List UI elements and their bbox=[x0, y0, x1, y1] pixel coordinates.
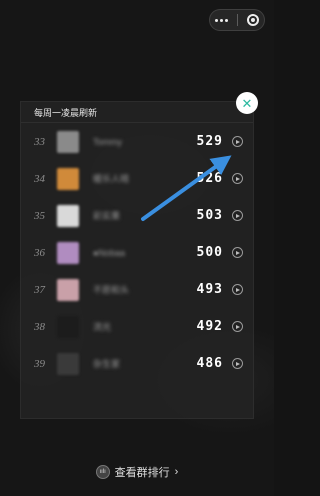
ranking-row: 33 Tommy 529 bbox=[21, 123, 253, 160]
avatar bbox=[57, 278, 79, 301]
player-name: 暖乐人晴 bbox=[93, 174, 130, 184]
capsule-divider bbox=[236, 14, 238, 26]
play-icon[interactable] bbox=[232, 284, 243, 295]
rank-number: 39 bbox=[34, 357, 45, 370]
play-icon[interactable] bbox=[232, 136, 243, 147]
play-icon[interactable] bbox=[232, 321, 243, 332]
player-score: 493 bbox=[196, 282, 223, 297]
player-score: 503 bbox=[196, 208, 223, 223]
avatar bbox=[57, 167, 79, 190]
ranking-list: 33 Tommy 529 34 暖乐人晴 526 35 彩实果 503 36 ●Nobaa 500 37… bbox=[21, 123, 253, 382]
ranking-row: 38 流光 492 bbox=[21, 308, 253, 345]
ranking-row: 34 暖乐人晴 526 bbox=[21, 160, 253, 197]
play-icon[interactable] bbox=[232, 358, 243, 369]
player-name: 杂生家 bbox=[93, 359, 121, 369]
player-name: 不愿和头 bbox=[93, 285, 130, 295]
avatar bbox=[57, 204, 79, 227]
ranking-icon: ıılı bbox=[95, 465, 110, 479]
rank-number: 34 bbox=[34, 172, 45, 185]
ranking-row: 37 不愿和头 493 bbox=[21, 271, 253, 308]
player-score: 529 bbox=[196, 134, 223, 149]
player-score: 486 bbox=[196, 356, 223, 371]
ranking-row: 35 彩实果 503 bbox=[21, 197, 253, 234]
ranking-panel: 每周一凌晨刷新 33 Tommy 529 34 暖乐人晴 526 35 彩实果 503 36 ●No… bbox=[20, 101, 254, 419]
player-name: Tommy bbox=[93, 136, 122, 147]
avatar bbox=[57, 352, 79, 375]
player-name: ●Nobaa bbox=[93, 247, 125, 258]
player-score: 500 bbox=[196, 245, 223, 260]
player-score: 526 bbox=[196, 171, 223, 186]
rank-number: 33 bbox=[34, 135, 45, 148]
player-name: 彩实果 bbox=[93, 211, 121, 221]
rank-number: 37 bbox=[34, 283, 45, 296]
group-ranking-label: 查看群排行 bbox=[114, 467, 170, 479]
player-score: 492 bbox=[196, 319, 223, 334]
close-icon[interactable]: ✕ bbox=[236, 92, 258, 114]
rank-number: 35 bbox=[34, 209, 45, 222]
more-dots-icon[interactable] bbox=[214, 18, 228, 22]
ranking-row: 36 ●Nobaa 500 bbox=[21, 234, 253, 271]
ranking-row: 39 杂生家 486 bbox=[21, 345, 253, 382]
rank-number: 36 bbox=[34, 246, 45, 259]
play-icon[interactable] bbox=[232, 210, 243, 221]
avatar bbox=[57, 241, 79, 264]
play-icon[interactable] bbox=[232, 173, 243, 184]
avatar bbox=[57, 315, 79, 338]
rank-number: 38 bbox=[34, 320, 45, 333]
target-icon[interactable] bbox=[247, 14, 260, 26]
play-icon[interactable] bbox=[232, 247, 243, 258]
refresh-note: 每周一凌晨刷新 bbox=[21, 102, 253, 123]
avatar bbox=[57, 130, 79, 153]
mini-program-capsule bbox=[209, 9, 265, 31]
group-ranking-link[interactable]: ıılı 查看群排行 › bbox=[0, 464, 274, 480]
player-name: 流光 bbox=[93, 322, 112, 332]
chevron-right-icon: › bbox=[174, 466, 179, 478]
